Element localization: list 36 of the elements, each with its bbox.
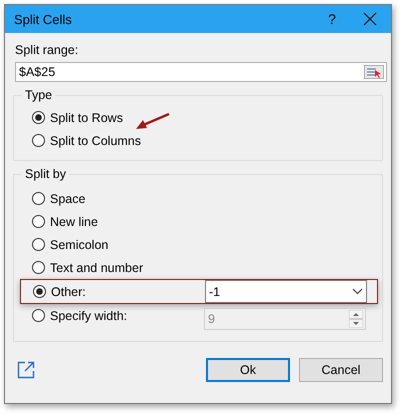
radio-button[interactable]	[32, 215, 45, 228]
option-label: Space	[50, 192, 86, 206]
ok-button[interactable]: Ok	[206, 358, 290, 382]
option-label: Split to Columns	[50, 134, 142, 148]
value-dropdown[interactable]: -1	[205, 280, 367, 303]
range-field[interactable]: $A$25	[15, 62, 387, 82]
radio-option[interactable]: Space	[32, 187, 372, 210]
arrow-drawing	[135, 112, 171, 132]
option-label: New line	[50, 214, 98, 228]
group-title: Type	[24, 88, 54, 102]
group-title: Split by	[24, 167, 67, 181]
range-select-icon[interactable]	[364, 65, 384, 79]
radio-button[interactable]	[32, 261, 45, 274]
help-button[interactable]: ?	[317, 11, 347, 27]
cancel-button[interactable]: Cancel	[299, 358, 383, 382]
radio-option[interactable]: Text and number	[32, 256, 372, 279]
radio-option[interactable]: New line	[32, 210, 372, 233]
radio-button[interactable]	[32, 134, 45, 147]
radio-button[interactable]	[33, 285, 46, 298]
radio-option[interactable]: Split to Columns	[32, 129, 372, 152]
radio-button[interactable]	[32, 192, 45, 205]
option-label: Specify width:	[50, 308, 128, 322]
option-label: Split to Rows	[50, 110, 123, 124]
chevron-down-icon	[352, 288, 363, 295]
radio-option[interactable]: Other:	[33, 280, 205, 303]
option-label: Text and number	[50, 260, 144, 274]
option-label: Other:	[51, 284, 86, 298]
radio-button[interactable]	[32, 111, 45, 124]
window-title: Split Cells	[14, 12, 73, 26]
field-label: Split range:	[14, 42, 80, 59]
share-icon[interactable]	[17, 361, 35, 379]
radio-button[interactable]	[32, 238, 45, 251]
radio-option[interactable]: Semicolon	[32, 233, 372, 256]
close-icon[interactable]	[363, 12, 377, 26]
radio-option[interactable]: Split to Rows	[32, 106, 372, 129]
option-label: Semicolon	[50, 238, 108, 252]
